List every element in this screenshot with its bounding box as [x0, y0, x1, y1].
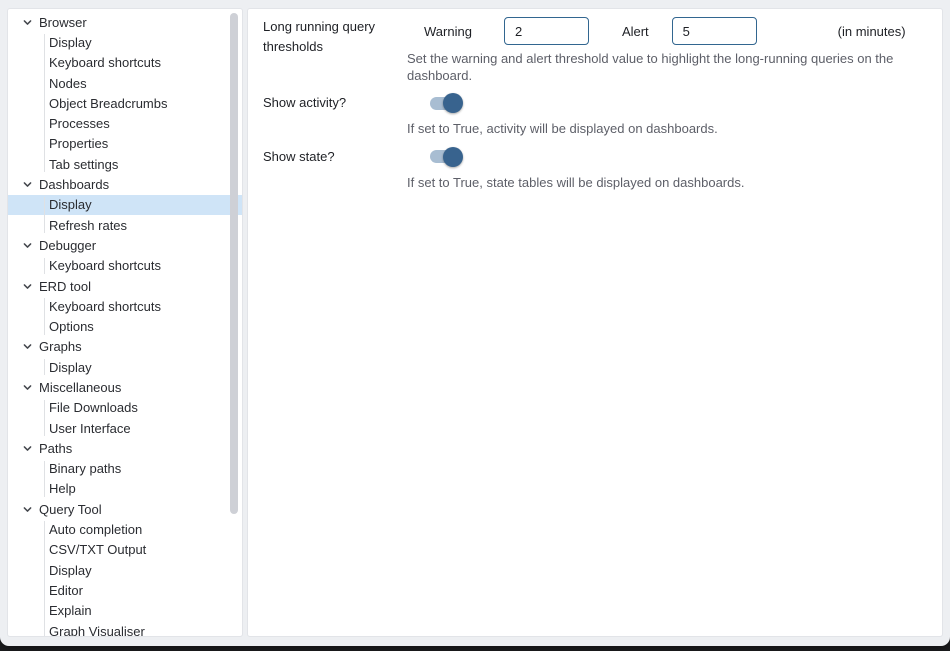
show-activity-label: Show activity?: [263, 93, 407, 138]
tree-item-label: Keyboard shortcuts: [49, 299, 161, 314]
tree-item-label: Nodes: [49, 76, 87, 91]
tree-children-erd-tool: Keyboard shortcuts Options: [8, 296, 242, 337]
tree-item-label: Processes: [49, 116, 110, 131]
tree-item-label: Display: [49, 563, 92, 578]
chevron-down-icon[interactable]: [21, 381, 33, 393]
tree-item-label: Properties: [49, 136, 108, 151]
chevron-down-icon[interactable]: [21, 239, 33, 251]
preferences-tree-panel: Browser Display Keyboard shortcuts Nodes Obj…: [7, 8, 243, 637]
tree-item-label: Refresh rates: [49, 218, 127, 233]
tree-connector-line: [44, 258, 45, 274]
tree-item-label: Display: [49, 360, 92, 375]
chevron-down-icon[interactable]: [21, 179, 33, 191]
tree-item-label: Keyboard shortcuts: [49, 55, 161, 70]
tree-group-debugger[interactable]: Debugger: [8, 235, 242, 255]
thresholds-help-text: Set the warning and alert threshold valu…: [407, 51, 912, 84]
tree-item-label: CSV/TXT Output: [49, 542, 146, 557]
show-state-toggle[interactable]: [430, 147, 463, 167]
tree-group-dashboards[interactable]: Dashboards: [8, 174, 242, 194]
tree-item-label: User Interface: [49, 421, 131, 436]
tree-children-graphs: Display: [8, 357, 242, 377]
show-state-label: Show state?: [263, 147, 407, 192]
tree-item-label: Object Breadcrumbs: [49, 96, 168, 111]
show-activity-help-text: If set to True, activity will be display…: [407, 121, 912, 138]
tree-children-query-tool: Auto completion CSV/TXT Output Display Edit…: [8, 519, 242, 637]
tree-item-label: Auto completion: [49, 522, 142, 537]
tree-item-label: Display: [49, 197, 92, 212]
show-state-help-text: If set to True, state tables will be dis…: [407, 175, 912, 192]
tree-group-miscellaneous[interactable]: Miscellaneous: [8, 377, 242, 397]
tree-group-label: Debugger: [39, 238, 96, 253]
tree-connector-line: [44, 521, 45, 637]
alert-label: Alert: [622, 24, 649, 39]
pref-row-show-activity: Show activity? If set to True, activity …: [263, 93, 926, 138]
tree-group-label: Paths: [39, 441, 72, 456]
tree-connector-line: [44, 359, 45, 375]
tree-group-label: Miscellaneous: [39, 380, 121, 395]
tree-item-label: Options: [49, 319, 94, 334]
pref-row-show-state: Show state? If set to True, state tables…: [263, 147, 926, 192]
chevron-down-icon[interactable]: [21, 280, 33, 292]
tree-item-label: Display: [49, 35, 92, 50]
toggle-knob: [443, 147, 463, 167]
chevron-down-icon[interactable]: [21, 16, 33, 28]
tree-children-debugger: Keyboard shortcuts: [8, 256, 242, 276]
tree-connector-line: [44, 197, 45, 234]
chevron-down-icon[interactable]: [21, 341, 33, 353]
tree-children-dashboards: Display Refresh rates: [8, 195, 242, 236]
preferences-dialog: Browser Display Keyboard shortcuts Nodes Obj…: [0, 0, 950, 646]
tree-group-query-tool[interactable]: Query Tool: [8, 499, 242, 519]
pref-row-long-running-query-thresholds: Long running query thresholds Warning Al…: [263, 17, 926, 84]
tree-children-paths: Binary paths Help: [8, 459, 242, 500]
tree-children-miscellaneous: File Downloads User Interface: [8, 398, 242, 439]
alert-input[interactable]: [672, 17, 757, 45]
tree-connector-line: [44, 461, 45, 498]
tree-item-label: Binary paths: [49, 461, 121, 476]
tree-item-label: Graph Visualiser: [49, 624, 145, 637]
tree-item-label: Editor: [49, 583, 83, 598]
preferences-tree: Browser Display Keyboard shortcuts Nodes Obj…: [8, 9, 242, 637]
tree-group-label: Browser: [39, 15, 87, 30]
tree-item-label: Explain: [49, 603, 92, 618]
tree-connector-line: [44, 34, 45, 172]
tree-item-label: Help: [49, 481, 76, 496]
tree-group-label: Graphs: [39, 339, 82, 354]
unit-label: (in minutes): [838, 24, 906, 39]
tree-item-label: Keyboard shortcuts: [49, 258, 161, 273]
tree-group-erd-tool[interactable]: ERD tool: [8, 276, 242, 296]
tree-item-label: File Downloads: [49, 400, 138, 415]
warning-label: Warning: [424, 24, 472, 39]
tree-group-label: ERD tool: [39, 279, 91, 294]
thresholds-label: Long running query thresholds: [263, 17, 407, 84]
chevron-down-icon[interactable]: [21, 503, 33, 515]
tree-children-browser: Display Keyboard shortcuts Nodes Object Bre…: [8, 32, 242, 174]
chevron-down-icon[interactable]: [21, 442, 33, 454]
preferences-content-panel: Long running query thresholds Warning Al…: [247, 8, 943, 637]
tree-group-paths[interactable]: Paths: [8, 438, 242, 458]
tree-item-label: Tab settings: [49, 157, 118, 172]
tree-group-label: Dashboards: [39, 177, 109, 192]
toggle-knob: [443, 93, 463, 113]
tree-group-graphs[interactable]: Graphs: [8, 337, 242, 357]
tree-group-browser[interactable]: Browser: [8, 12, 242, 32]
tree-connector-line: [44, 400, 45, 437]
tree-group-label: Query Tool: [39, 502, 102, 517]
show-activity-toggle[interactable]: [430, 93, 463, 113]
warning-input[interactable]: [504, 17, 589, 45]
tree-scrollbar-thumb[interactable]: [230, 13, 238, 514]
tree-connector-line: [44, 298, 45, 335]
